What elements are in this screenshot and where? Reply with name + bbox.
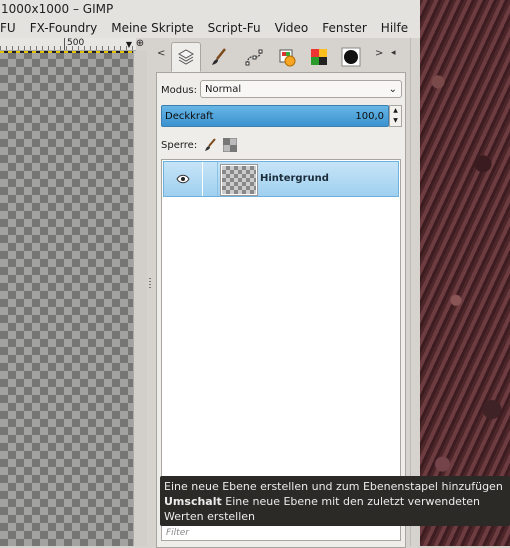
eye-icon (176, 174, 190, 184)
vertical-scrollbar[interactable] (133, 51, 148, 546)
opacity-spin-buttons[interactable]: ▲ ▼ (389, 105, 402, 127)
ruler-arrow-icon: ▼ (125, 40, 132, 49)
chain-toggle[interactable] (203, 162, 218, 196)
ruler-major-tick (64, 38, 65, 50)
tab-scroll-left-icon[interactable]: < (157, 48, 165, 59)
tab-colors[interactable] (304, 42, 334, 72)
filter-input[interactable]: Filter (161, 525, 401, 541)
dock-menu-icon[interactable]: ◂ (391, 48, 396, 58)
menu-meine-skripte[interactable]: Meine Skripte (104, 21, 200, 35)
desktop-wallpaper (420, 0, 510, 546)
layers-icon (177, 49, 195, 65)
layers-dock: < > ◂ Modus: Normal ⌄ Deckkraft 100,0 ▲ … (153, 38, 410, 548)
tooltip-line-1: Eine neue Ebene erstellen und zum Ebenen… (164, 480, 503, 493)
menu-fu[interactable]: FU (0, 21, 23, 35)
navigate-icon[interactable]: ⊕ (134, 38, 146, 50)
menu-hilfe[interactable]: Hilfe (374, 21, 415, 35)
lock-row: Sperre: (161, 137, 243, 153)
tab-undo-history[interactable] (272, 42, 302, 72)
ruler-label: 500 (67, 38, 85, 48)
menu-fx-foundry[interactable]: FX-Foundry (23, 21, 105, 35)
tooltip-line-3: Werten erstellen (164, 510, 256, 523)
horizontal-ruler[interactable]: 500 ▼ (0, 38, 136, 51)
mode-label: Modus: (161, 84, 198, 96)
lock-label: Sperre: (161, 139, 198, 151)
colors-icon (311, 49, 327, 65)
lock-alpha-icon[interactable] (223, 138, 238, 152)
mode-value: Normal (205, 84, 242, 95)
chevron-down-icon: ⌄ (388, 84, 397, 95)
tab-brushes[interactable] (336, 42, 366, 72)
paths-icon (245, 49, 263, 66)
opacity-value: 100,0 (355, 111, 384, 122)
visibility-toggle[interactable] (164, 162, 203, 196)
tooltip: Eine neue Ebene erstellen und zum Ebenen… (160, 476, 510, 526)
menu-fenster[interactable]: Fenster (315, 21, 374, 35)
opacity-slider[interactable]: Deckkraft 100,0 (161, 105, 389, 127)
tooltip-line-2: Umschalt Eine neue Ebene mit den zuletzt… (164, 494, 506, 509)
menu-video[interactable]: Video (268, 21, 316, 35)
mode-row: Modus: Normal ⌄ (161, 80, 402, 99)
tab-paths[interactable] (239, 42, 269, 72)
lock-pixels-icon[interactable] (203, 138, 217, 152)
tab-tool-options[interactable] (204, 42, 234, 72)
brushes-icon (341, 47, 361, 67)
tooltip-shortcut: Umschalt (164, 495, 222, 508)
mode-select[interactable]: Normal ⌄ (200, 80, 402, 98)
tab-scroll-right-icon[interactable]: > (375, 48, 383, 59)
paintbrush-icon (212, 48, 226, 65)
undo-history-icon (279, 49, 296, 67)
menu-script-fu[interactable]: Script-Fu (201, 21, 268, 35)
menu-bar: FU FX-Foundry Meine Skripte Script-Fu Vi… (0, 18, 420, 38)
tooltip-line-2-text: Eine neue Ebene mit den zuletzt verwende… (221, 495, 481, 508)
layer-row[interactable]: Hintergrund (163, 161, 399, 197)
opacity-label: Deckkraft (165, 111, 214, 122)
splitter-grip-icon (149, 278, 151, 288)
canvas-boundary (0, 51, 133, 53)
layer-list[interactable]: Hintergrund (161, 159, 401, 489)
layer-thumbnail[interactable] (220, 164, 258, 196)
dock-tab-bar: < > ◂ (153, 38, 410, 72)
image-canvas[interactable] (0, 51, 133, 546)
window-title: 1000x1000 – GIMP (0, 0, 421, 18)
layer-name[interactable]: Hintergrund (260, 162, 329, 196)
tab-layers[interactable] (171, 42, 201, 72)
